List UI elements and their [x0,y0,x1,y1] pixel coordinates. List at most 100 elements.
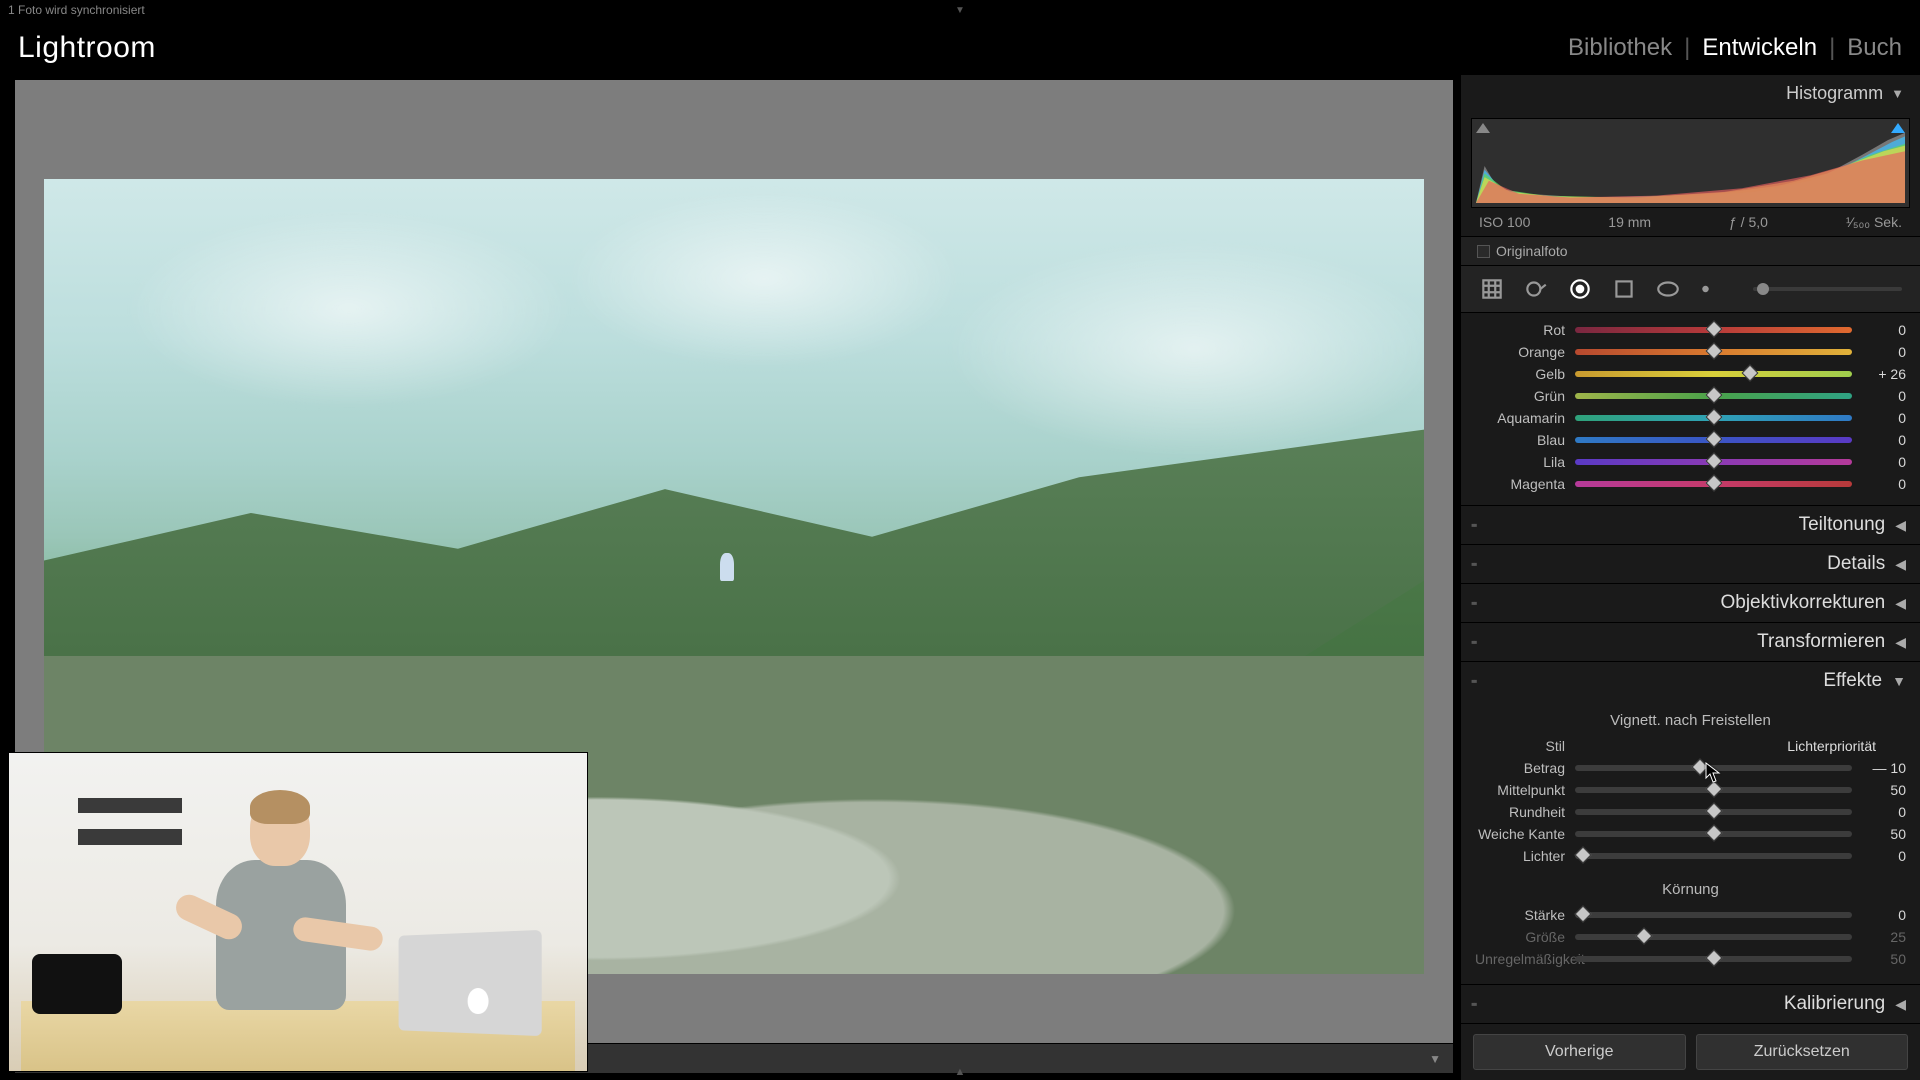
slider-label: Orange [1475,344,1575,360]
slider-knob[interactable] [1741,365,1758,382]
slider-knob[interactable] [1575,847,1592,864]
slider-track[interactable] [1575,934,1852,940]
slider-track[interactable] [1575,459,1852,465]
slider-track[interactable] [1575,765,1852,771]
panel-switch-icon[interactable]: ▪▪ [1471,596,1476,610]
histogram-header[interactable]: Histogramm ▼ [1461,75,1920,112]
meta-shutter: ¹⁄₅₀₀ Sek. [1846,214,1902,230]
slider-knob[interactable] [1705,321,1722,338]
radial-tool-icon[interactable] [1655,276,1681,302]
bottom-caret-icon[interactable]: ▲ [955,1066,966,1078]
panel-switch-icon[interactable]: ▪▪ [1471,635,1476,649]
slider-value[interactable]: 0 [1852,907,1906,923]
slider-value[interactable]: 0 [1852,322,1906,338]
nav-book[interactable]: Buch [1847,34,1902,62]
gradient-tool-icon[interactable] [1611,276,1637,302]
slider-track[interactable] [1575,831,1852,837]
slider-value[interactable]: 0 [1852,388,1906,404]
section-split-toning[interactable]: ▪▪Teiltonung◀ [1461,506,1920,544]
slider-value[interactable]: + 26 [1852,366,1906,382]
slider-knob[interactable] [1705,825,1722,842]
slider-knob[interactable] [1705,781,1722,798]
nav-sep: | [1829,34,1835,62]
slider-value[interactable]: 50 [1852,826,1906,842]
slider-row: Gelb+ 26 [1475,363,1906,385]
panel-switch-icon[interactable]: ▪▪ [1471,674,1476,688]
sync-status: 1 Foto wird synchronisiert [8,3,145,17]
panel-switch-icon[interactable]: ▪▪ [1471,997,1476,1011]
slider-value[interactable]: — 10 [1852,760,1906,776]
panel-switch-icon[interactable]: ▪▪ [1471,518,1476,532]
slider-knob[interactable] [1636,928,1653,945]
section-label: Details [1827,553,1885,575]
slider-track[interactable] [1575,393,1852,399]
nav-library[interactable]: Bibliothek [1568,34,1672,62]
brush-size-slider[interactable] [1753,287,1902,291]
slider-row: Orange 0 [1475,341,1906,363]
filmstrip-toggle-icon[interactable]: ▼ [1429,1052,1441,1066]
brush-tool-icon[interactable] [1699,276,1725,302]
slider-value[interactable]: 50 [1852,951,1906,967]
original-checkbox[interactable] [1477,245,1490,258]
slider-value[interactable]: 0 [1852,476,1906,492]
slider-value[interactable]: 0 [1852,432,1906,448]
slider-value[interactable]: 50 [1852,782,1906,798]
top-caret-icon[interactable]: ▼ [955,5,965,16]
section-lens[interactable]: ▪▪Objektivkorrekturen◀ [1461,584,1920,622]
slider-value[interactable]: 0 [1852,454,1906,470]
slider-track[interactable] [1575,327,1852,333]
slider-value[interactable]: 25 [1852,929,1906,945]
slider-label: Größe [1475,929,1575,945]
slider-row: Rot 0 [1475,319,1906,341]
style-dropdown[interactable]: Lichterpriorität [1575,738,1906,754]
reset-button[interactable]: Zurücksetzen [1696,1034,1909,1070]
slider-label: Blau [1475,432,1575,448]
slider-knob[interactable] [1691,759,1708,776]
slider-label: Magenta [1475,476,1575,492]
section-calibration[interactable]: ▪▪Kalibrierung◀ [1461,985,1920,1023]
section-transform[interactable]: ▪▪Transformieren◀ [1461,623,1920,661]
slider-knob[interactable] [1705,803,1722,820]
slider-track[interactable] [1575,787,1852,793]
slider-track[interactable] [1575,349,1852,355]
slider-label: Grün [1475,388,1575,404]
section-label: Objektivkorrekturen [1720,592,1885,614]
slider-track[interactable] [1575,481,1852,487]
slider-track[interactable] [1575,415,1852,421]
slider-knob[interactable] [1705,409,1722,426]
slider-track[interactable] [1575,956,1852,962]
slider-label: Aquamarin [1475,410,1575,426]
panel-switch-icon[interactable]: ▪▪ [1471,557,1476,571]
slider-knob[interactable] [1705,343,1722,360]
spot-tool-icon[interactable] [1523,276,1549,302]
redeye-tool-icon[interactable] [1567,276,1593,302]
slider-track[interactable] [1575,437,1852,443]
slider-track[interactable] [1575,809,1852,815]
slider-value[interactable]: 0 [1852,344,1906,360]
slider-label: Lichter [1475,848,1575,864]
slider-knob[interactable] [1705,387,1722,404]
slider-knob[interactable] [1705,950,1722,967]
nav-develop[interactable]: Entwickeln [1702,34,1817,62]
section-effects[interactable]: ▪▪Effekte▼ [1461,662,1920,700]
section-detail[interactable]: ▪▪Details◀ [1461,545,1920,583]
slider-knob[interactable] [1705,475,1722,492]
slider-track[interactable] [1575,853,1852,859]
slider-label: Rot [1475,322,1575,338]
slider-track[interactable] [1575,912,1852,918]
slider-value[interactable]: 0 [1852,410,1906,426]
slider-knob[interactable] [1575,906,1592,923]
slider-track[interactable] [1575,371,1852,377]
slider-row: Aquamarin 0 [1475,407,1906,429]
slider-label: Lila [1475,454,1575,470]
crop-tool-icon[interactable] [1479,276,1505,302]
slider-value[interactable]: 0 [1852,804,1906,820]
section-label: Teiltonung [1799,514,1886,536]
previous-button[interactable]: Vorherige [1473,1034,1686,1070]
chevron-down-icon: ▼ [1892,673,1906,689]
chevron-down-icon[interactable]: ▼ [1891,86,1904,101]
slider-value[interactable]: 0 [1852,848,1906,864]
histogram-chart[interactable] [1471,118,1910,208]
slider-knob[interactable] [1705,453,1722,470]
slider-knob[interactable] [1705,431,1722,448]
